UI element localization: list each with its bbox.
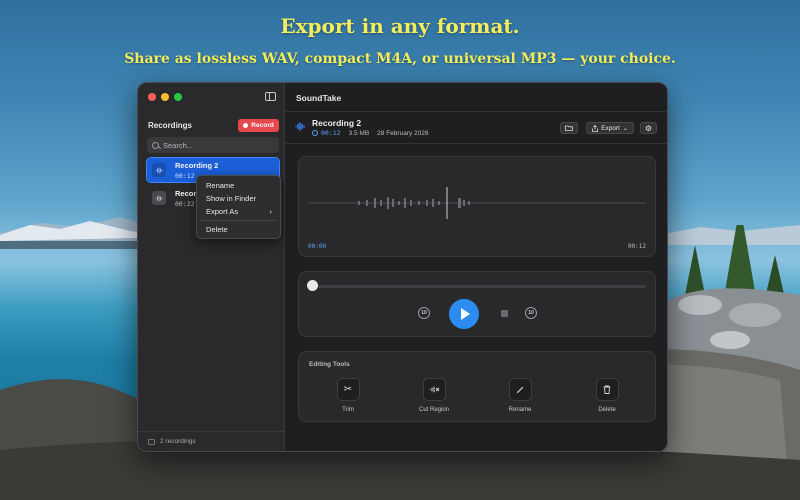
sidebar: Recordings Record Recording 2 00:12 Reco… — [138, 83, 285, 451]
export-button-label: Export — [601, 124, 620, 132]
promo-subline: Share as lossless WAV, compact M4A, or u… — [124, 51, 676, 67]
close-window-button[interactable] — [148, 93, 156, 101]
app-window: Recordings Record Recording 2 00:12 Reco… — [137, 82, 668, 452]
share-icon — [592, 124, 598, 132]
menu-item-label: Export As — [206, 207, 239, 216]
gear-icon: ⚙ — [644, 123, 653, 133]
cut-region-icon — [422, 378, 446, 401]
editing-tools-title: Editing Tools — [309, 361, 350, 368]
skip-forward-icon: 10 — [525, 307, 537, 319]
chevron-right-icon: › — [269, 207, 273, 216]
recordings-count: 2 recordings — [160, 438, 196, 445]
record-dot-icon — [243, 123, 249, 128]
divider — [285, 111, 667, 112]
tool-label: Delete — [598, 407, 616, 413]
tool-label: Trim — [342, 407, 354, 413]
recording-title: Recording 2 — [312, 118, 362, 128]
record-button-label: Record — [251, 122, 274, 129]
scissors-icon: ✂ — [336, 378, 360, 401]
duration-value: 00:12 — [321, 129, 341, 137]
waveform-icon — [152, 191, 166, 205]
stop-button[interactable] — [501, 310, 508, 317]
context-menu: Rename Show in Finder Export As › Delete — [196, 175, 281, 239]
tool-label: Cut Region — [418, 407, 450, 413]
recordings-count-icon — [148, 438, 155, 445]
main-panel: SoundTake Recording 2 00:12 3.5 MB 28 Fe… — [285, 83, 667, 451]
minimize-window-button[interactable] — [161, 93, 169, 101]
waveform-start-time: 00:00 — [308, 243, 327, 250]
skip-back-button[interactable]: 10 — [418, 307, 430, 319]
menu-separator — [201, 220, 276, 221]
rename-tool[interactable]: Rename — [495, 378, 545, 413]
trash-icon — [595, 378, 619, 401]
waveform-icon — [295, 122, 305, 131]
recording-duration: 00:12 — [175, 172, 195, 180]
settings-button[interactable]: ⚙ — [640, 122, 657, 134]
menu-item-label: Rename — [206, 181, 235, 190]
app-title: SoundTake — [296, 93, 342, 103]
menu-item-label: Delete — [206, 225, 228, 234]
export-button[interactable]: Export ⌄ — [586, 122, 634, 134]
recording-date: 28 February 2026 — [377, 129, 429, 137]
search-icon — [152, 141, 159, 149]
divider — [285, 143, 667, 144]
skip-back-icon: 10 — [418, 307, 430, 319]
playback-progress-track[interactable] — [310, 285, 646, 288]
skip-forward-button[interactable]: 10 — [525, 307, 537, 319]
search-input[interactable] — [163, 140, 273, 150]
clock-icon — [312, 130, 318, 136]
context-menu-export-as[interactable]: Export As › — [197, 205, 280, 218]
context-menu-delete[interactable]: Delete — [197, 223, 280, 236]
recording-name: Recording 2 — [175, 161, 219, 170]
pencil-icon — [508, 378, 532, 401]
delete-tool[interactable]: Delete — [582, 378, 632, 413]
record-button[interactable]: Record — [238, 119, 279, 132]
waveform-display[interactable] — [308, 167, 646, 239]
context-menu-rename[interactable]: Rename — [197, 179, 280, 192]
zoom-window-button[interactable] — [174, 93, 182, 101]
waveform-icon — [152, 163, 166, 177]
recording-duration: 00:12 — [312, 129, 341, 137]
menu-item-label: Show in Finder — [206, 194, 257, 203]
promo-headline: Export in any format. — [280, 14, 520, 38]
folder-icon — [565, 125, 573, 131]
player-card: 10 10 — [298, 271, 656, 337]
context-menu-show-in-finder[interactable]: Show in Finder — [197, 192, 280, 205]
recording-meta: 00:12 3.5 MB 28 February 2026 — [312, 129, 428, 137]
play-button[interactable] — [449, 299, 479, 329]
recording-duration: 00:22 — [175, 200, 195, 208]
cut-region-tool[interactable]: Cut Region — [409, 378, 459, 413]
sidebar-toggle-icon[interactable] — [265, 92, 276, 101]
file-size: 3.5 MB — [348, 129, 370, 137]
waveform-end-time: 00:12 — [627, 243, 646, 250]
window-controls — [148, 93, 182, 101]
recordings-section-title: Recordings — [148, 121, 193, 130]
tool-label: Rename — [508, 407, 532, 413]
waveform-card[interactable]: 00:00 00:12 — [298, 156, 656, 257]
editing-tools-card: Editing Tools ✂ Trim Cut Region Rename D… — [298, 351, 656, 422]
trim-tool[interactable]: ✂ Trim — [323, 378, 373, 413]
chevron-down-icon: ⌄ — [622, 125, 628, 132]
show-in-finder-button[interactable] — [560, 122, 578, 134]
playback-scrubber-knob[interactable] — [307, 280, 318, 291]
search-field[interactable] — [147, 137, 279, 153]
sidebar-footer: 2 recordings — [138, 431, 285, 451]
